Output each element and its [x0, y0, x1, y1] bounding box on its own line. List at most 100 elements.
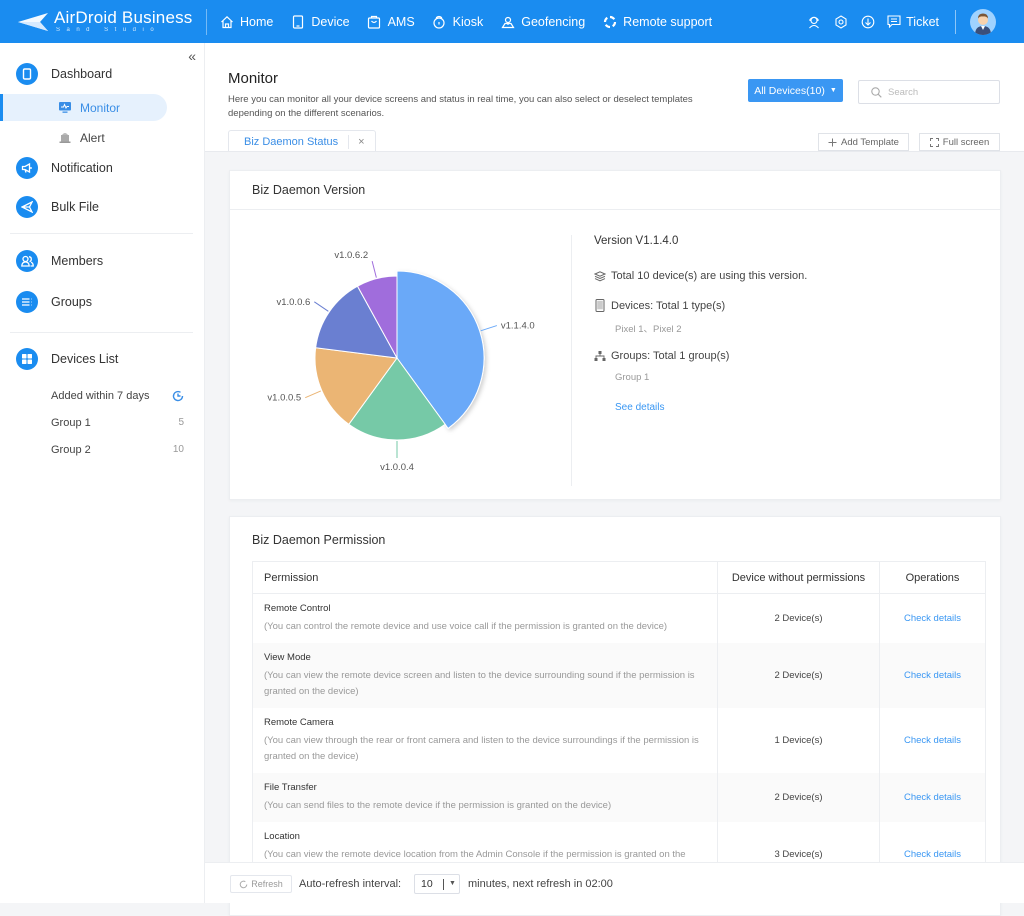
home-icon [219, 14, 234, 29]
column-header-permission: Permission [252, 561, 718, 594]
sidebar-item-groups[interactable]: Groups [16, 291, 92, 313]
tab-biz-daemon-status[interactable]: Biz Daemon Status × [228, 130, 376, 152]
filter-label: Group 1 [51, 417, 91, 429]
sidebar-item-dashboard[interactable]: Dashboard [16, 63, 112, 85]
monitor-icon [59, 101, 71, 113]
close-tab-icon[interactable]: × [358, 136, 364, 148]
card-title-divider [230, 209, 1000, 210]
sidebar-item-label: Notification [51, 161, 113, 175]
devices-filter-group-2[interactable]: Group 2 10 [51, 444, 184, 456]
nav-home[interactable]: Home [219, 14, 273, 29]
select-divider [443, 879, 444, 890]
full-screen-label: Full screen [942, 136, 990, 148]
devices-filter-added-7-days[interactable]: Added within 7 days [51, 390, 184, 405]
permission-description: (You can view through the rear or front … [264, 735, 699, 762]
card-title: Biz Daemon Permission [252, 533, 386, 547]
logo-icon [18, 12, 48, 31]
brand-name: AirDroid Business [54, 8, 193, 27]
sidebar-divider [10, 233, 193, 234]
check-details-link[interactable]: Check details [879, 708, 986, 773]
logo[interactable]: AirDroid Business Sand Studio [18, 0, 205, 43]
next-refresh-text: minutes, next refresh in 02:00 [468, 878, 613, 890]
sidebar: « Dashboard Monitor Alert Notification B… [0, 43, 205, 903]
selected-version-title: Version V1.1.4.0 [594, 235, 679, 247]
nav-kiosk[interactable]: Kiosk [432, 14, 484, 29]
settings-icon[interactable] [833, 14, 849, 30]
geofencing-icon [500, 14, 515, 29]
sidebar-item-monitor[interactable]: Monitor [0, 94, 167, 121]
nav-device[interactable]: Device [290, 14, 350, 29]
permission-name: Remote Control [264, 603, 331, 614]
permission-cell: Remote Control (You can control the remo… [252, 593, 718, 643]
kiosk-icon [432, 14, 447, 29]
sidebar-item-label: Bulk File [51, 200, 99, 214]
pie-label: v1.0.6.2 [334, 250, 368, 261]
pie-leader-line [314, 301, 329, 312]
table-row: View Mode (You can view the remote devic… [252, 643, 986, 708]
filter-label: Group 2 [51, 444, 91, 456]
page-header: Monitor Here you can monitor all your de… [205, 43, 1024, 152]
sidebar-item-label: Groups [51, 295, 92, 309]
permission-description: (You can send files to the remote device… [264, 800, 612, 811]
nav-remote-support[interactable]: Remote support [602, 14, 712, 29]
user-avatar[interactable] [970, 8, 996, 35]
total-devices-line: Total 10 device(s) are using this versio… [594, 270, 807, 282]
devices-text: Devices: Total 1 type(s) [611, 299, 726, 312]
refresh-interval-select[interactable]: 10 ▼ [414, 874, 460, 894]
see-details-link[interactable]: See details [615, 402, 664, 413]
sidebar-item-notification[interactable]: Notification [16, 157, 113, 179]
check-details-link[interactable]: Check details [879, 593, 986, 643]
devices-line: Devices: Total 1 type(s) [594, 299, 725, 312]
groups-icon [16, 291, 38, 313]
ticket-button[interactable]: Ticket [887, 15, 939, 29]
check-details-link[interactable]: Check details [879, 643, 986, 708]
nav-geofencing-label: Geofencing [521, 14, 586, 29]
device-filter-label: All Devices(10) [754, 84, 825, 97]
alert-icon [59, 131, 71, 143]
full-screen-button[interactable]: Full screen [919, 133, 1000, 151]
sidebar-item-alert[interactable]: Alert [0, 124, 167, 151]
permission-name: Location [264, 831, 300, 842]
nav-ams[interactable]: AMS [367, 14, 415, 29]
support-agent-icon[interactable] [806, 14, 822, 30]
tab-divider [348, 134, 350, 149]
active-indicator [0, 94, 3, 121]
sidebar-item-members[interactable]: Members [16, 250, 103, 272]
pie-leader-line [305, 390, 322, 399]
check-details-link[interactable]: Check details [879, 773, 986, 822]
filter-count: 5 [178, 417, 184, 428]
device-filter-dropdown[interactable]: All Devices(10) ▼ [748, 79, 843, 102]
nav-kiosk-label: Kiosk [452, 14, 484, 29]
total-devices-text: Total 10 device(s) are using this versio… [611, 270, 808, 282]
groups-line: Groups: Total 1 group(s) [594, 350, 729, 362]
download-icon[interactable] [860, 14, 876, 30]
top-bar: AirDroid Business Sand Studio Home Devic… [0, 0, 1024, 43]
search-input[interactable]: Search [858, 80, 1000, 104]
device-count: 1 Device(s) [717, 708, 880, 773]
interval-value: 10 [421, 878, 433, 890]
collapse-sidebar-icon[interactable]: « [188, 48, 196, 64]
column-header-device-without-permissions: Device without permissions [717, 561, 880, 594]
refresh-icon [239, 880, 248, 889]
add-template-button[interactable]: Add Template [818, 133, 909, 151]
vertical-divider [571, 235, 572, 486]
refresh-button[interactable]: Refresh [230, 875, 292, 893]
devices-filter-group-1[interactable]: Group 1 5 [51, 417, 184, 429]
table-row: File Transfer (You can send files to the… [252, 773, 986, 822]
filter-label: Added within 7 days [51, 390, 150, 402]
sidebar-divider [10, 332, 193, 333]
device-count: 2 Device(s) [717, 773, 880, 822]
group-names: Group 1 [615, 372, 650, 383]
permission-table: Permission Device without permissions Op… [252, 561, 986, 887]
sidebar-item-bulk-file[interactable]: Bulk File [16, 196, 99, 218]
nav-home-label: Home [240, 14, 274, 29]
sidebar-item-devices-list[interactable]: Devices List [16, 348, 118, 370]
filter-count: 10 [172, 444, 184, 455]
pie-label: v1.0.0.5 [267, 393, 301, 404]
caret-down-icon: ▼ [829, 87, 837, 94]
tab-label[interactable]: Biz Daemon Status [244, 136, 338, 148]
version-pie-chart: v1.1.4.0 v1.0.0.4 v1.0.0.5 v1.0.0.6 v1.0.6.2 [230, 211, 570, 501]
sidebar-item-label: Dashboard [51, 67, 113, 81]
refresh-footer: Refresh Auto-refresh interval: 10 ▼ minu… [205, 862, 1024, 903]
nav-geofencing[interactable]: Geofencing [500, 14, 585, 29]
